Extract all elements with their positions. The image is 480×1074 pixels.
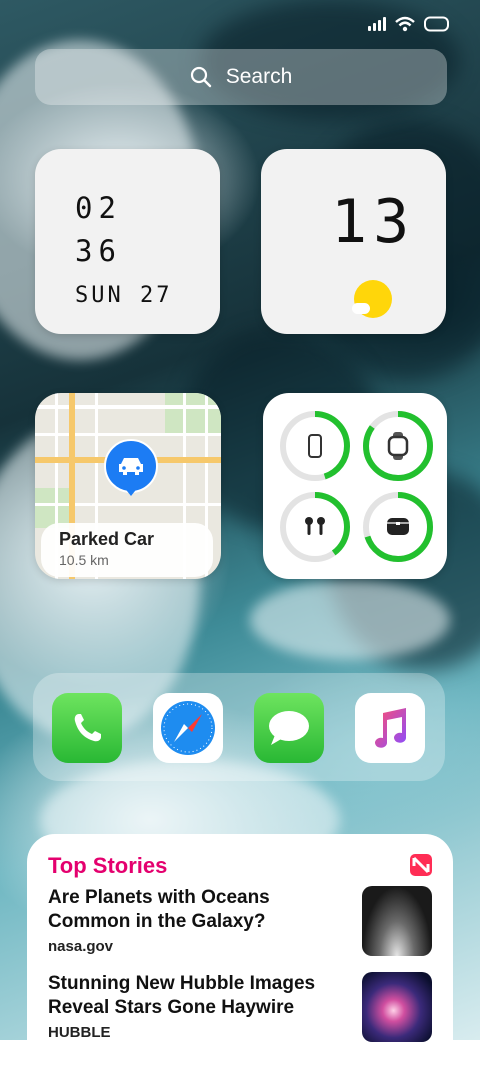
- watch-icon: [387, 432, 409, 460]
- search-icon: [190, 66, 211, 88]
- search-bar[interactable]: Search: [35, 49, 447, 105]
- search-placeholder: Search: [225, 65, 293, 88]
- day-number: 13: [331, 187, 416, 257]
- story-source-1: nasa.gov: [48, 938, 114, 955]
- batteries-widget[interactable]: [263, 393, 447, 579]
- story-source-2: HUBBLE: [48, 1024, 111, 1041]
- news-widget[interactable]: Top Stories Are Planets with Oceans Comm…: [27, 834, 453, 1074]
- news-header: Top Stories: [48, 853, 168, 878]
- news-app-icon: [410, 854, 432, 876]
- signal-icon: [368, 17, 386, 31]
- music-app-icon[interactable]: [355, 693, 425, 763]
- story-headline-1[interactable]: Are Planets with Oceans Common in the Ga…: [48, 886, 348, 934]
- phone-app-icon[interactable]: [52, 693, 122, 763]
- map-widget[interactable]: Parked Car 10.5 km: [35, 393, 221, 579]
- clock-date: SUN 27: [75, 283, 173, 308]
- battery-ring-case: [363, 492, 433, 562]
- battery-icon: [424, 16, 449, 32]
- clock-widget[interactable]: 02 36 SUN 27: [35, 149, 220, 334]
- story-headline-2[interactable]: Stunning New Hubble Images Reveal Stars …: [48, 972, 348, 1020]
- parked-car-title: Parked Car: [59, 529, 155, 549]
- battery-ring-airpods: [280, 492, 350, 562]
- car-pin-icon: [104, 439, 158, 493]
- airpods-case-icon: [387, 518, 409, 535]
- parked-car-distance: 10.5 km: [59, 552, 109, 568]
- airpods-icon: [305, 517, 325, 535]
- wifi-icon: [395, 16, 415, 32]
- cloud-icon: [352, 303, 370, 314]
- status-bar: [368, 16, 450, 32]
- iphone-icon: [308, 434, 322, 458]
- story-thumbnail-1: [362, 886, 432, 956]
- clock-hour: 02: [75, 191, 122, 225]
- battery-ring-watch: [363, 411, 433, 481]
- clock-minute: 36: [75, 234, 122, 268]
- dock: [33, 673, 445, 781]
- battery-ring-iphone: [280, 411, 350, 481]
- safari-app-icon[interactable]: [153, 693, 223, 763]
- pin-tail: [123, 486, 139, 496]
- story-thumbnail-2: [362, 972, 432, 1042]
- messages-app-icon[interactable]: [254, 693, 324, 763]
- parked-car-card[interactable]: Parked Car 10.5 km: [41, 523, 213, 577]
